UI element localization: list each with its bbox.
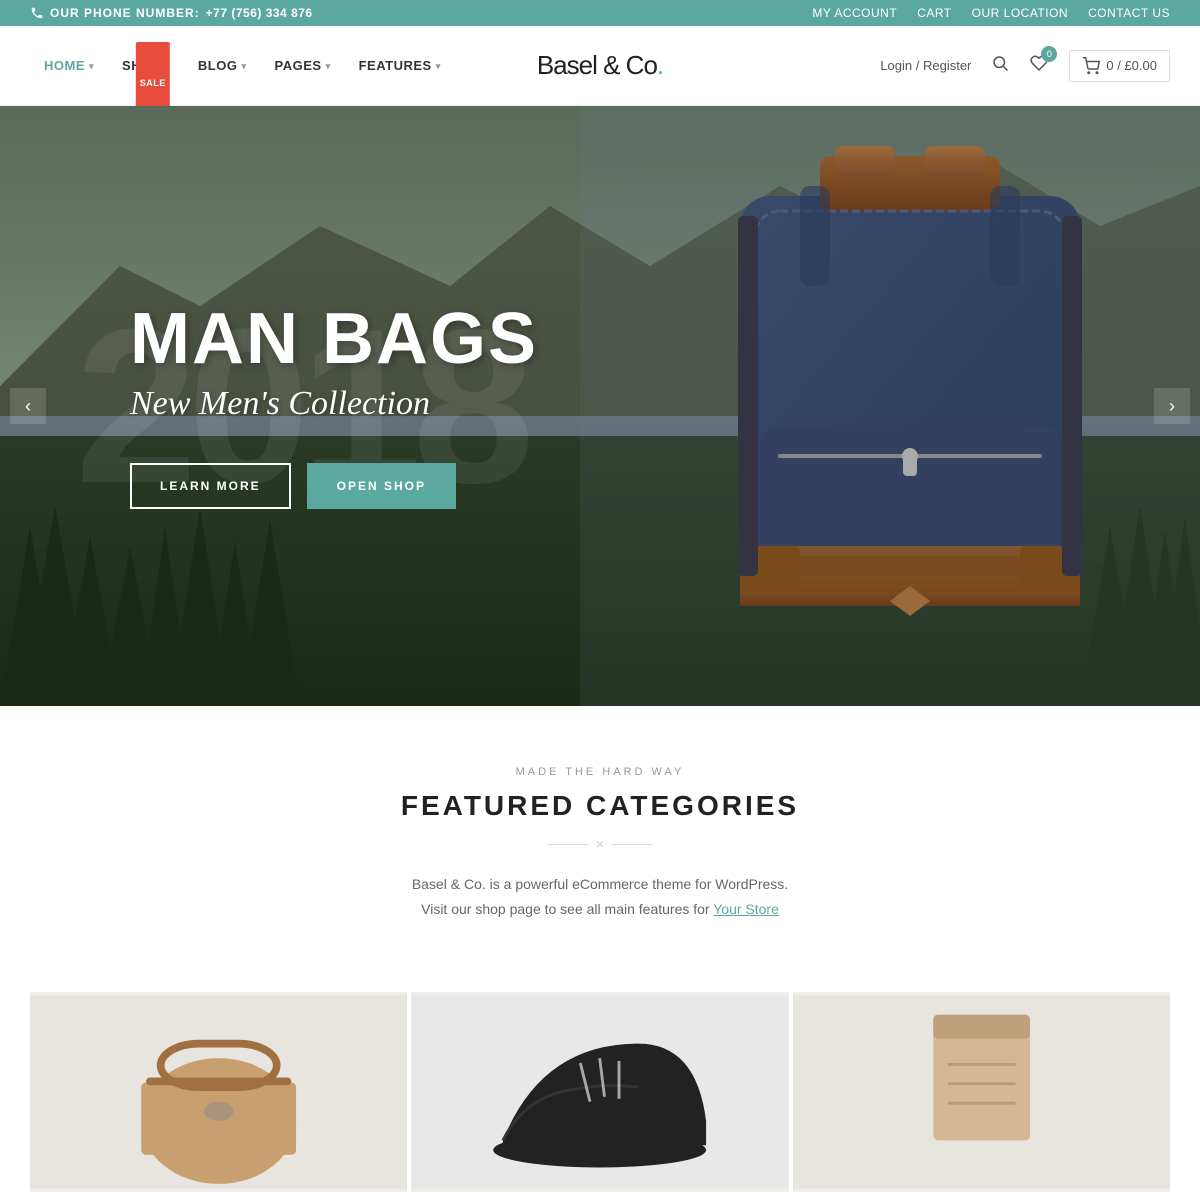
main-nav: HOME ▾ SALE SHOP ▾ BLOG ▾ PAGES ▾ FEATUR…: [0, 26, 1200, 106]
my-account-link[interactable]: MY ACCOUNT: [812, 6, 897, 20]
login-register-link[interactable]: Login / Register: [880, 58, 971, 73]
cart-button[interactable]: 0 / £0.00: [1069, 50, 1170, 82]
learn-more-button[interactable]: LEARN MORE: [130, 463, 291, 509]
contact-us-link[interactable]: CONTACT US: [1088, 6, 1170, 20]
slider-next-button[interactable]: ›: [1154, 388, 1190, 424]
nav-item-blog[interactable]: BLOG ▾: [184, 26, 261, 106]
hero-buttons: LEARN MORE OPEN SHOP: [130, 463, 538, 509]
cart-link[interactable]: CART: [917, 6, 951, 20]
top-bar-left: OUR PHONE NUMBER: +77 (756) 334 876: [30, 6, 313, 20]
chevron-down-icon: ▾: [89, 26, 94, 106]
category-card-1[interactable]: [30, 992, 407, 1192]
top-bar-right: MY ACCOUNT CART OUR LOCATION CONTACT US: [812, 6, 1170, 20]
hero-title: MAN BAGS: [130, 303, 538, 375]
backpack-illustration: [660, 116, 1160, 696]
nav-item-pages[interactable]: PAGES ▾: [261, 26, 345, 106]
nav-right: Login / Register 0 0 / £0.00: [880, 50, 1170, 82]
featured-title: FEATURED CATEGORIES: [30, 790, 1170, 822]
nav-item-features[interactable]: FEATURES ▾: [345, 26, 455, 106]
hero-content: MAN BAGS New Men's Collection LEARN MORE…: [130, 303, 538, 509]
category-card-2[interactable]: [411, 992, 788, 1192]
category-card-1-image: [30, 992, 407, 1192]
chevron-down-icon: ▾: [241, 26, 246, 106]
hero-slider: 2018: [0, 106, 1200, 706]
categories-row: [0, 992, 1200, 1192]
slider-prev-button[interactable]: ‹: [10, 388, 46, 424]
wishlist-count-badge: 0: [1041, 46, 1057, 62]
wishlist-icon[interactable]: 0: [1029, 54, 1049, 77]
category-card-2-image: [411, 992, 788, 1192]
hero-bag: [620, 106, 1200, 706]
phone-icon: [30, 6, 44, 20]
your-store-link[interactable]: Your Store: [713, 901, 779, 917]
phone-label: OUR PHONE NUMBER:: [50, 6, 200, 20]
featured-divider: ×: [30, 836, 1170, 852]
search-icon[interactable]: [991, 54, 1009, 77]
chevron-down-icon: ▾: [436, 26, 441, 106]
phone-number[interactable]: +77 (756) 334 876: [206, 6, 313, 20]
nav-item-shop[interactable]: SALE SHOP ▾: [108, 26, 184, 106]
category-card-3[interactable]: [793, 992, 1170, 1192]
top-bar: OUR PHONE NUMBER: +77 (756) 334 876 MY A…: [0, 0, 1200, 26]
logo-dot: .: [657, 50, 663, 80]
site-logo[interactable]: Basel & Co.: [537, 50, 663, 81]
category-card-3-image: [793, 992, 1170, 1192]
open-shop-button[interactable]: OPEN SHOP: [307, 463, 456, 509]
nav-links: HOME ▾ SALE SHOP ▾ BLOG ▾ PAGES ▾ FEATUR…: [30, 26, 880, 106]
featured-description: Basel & Co. is a powerful eCommerce them…: [350, 872, 850, 922]
cart-total: 0 / £0.00: [1106, 58, 1157, 73]
nav-item-home[interactable]: HOME ▾: [30, 26, 108, 106]
our-location-link[interactable]: OUR LOCATION: [972, 6, 1068, 20]
hero-subtitle: New Men's Collection: [130, 385, 538, 423]
featured-section: MADE THE HARD WAY FEATURED CATEGORIES × …: [0, 706, 1200, 992]
chevron-down-icon: ▾: [326, 26, 331, 106]
featured-eyebrow: MADE THE HARD WAY: [30, 766, 1170, 778]
